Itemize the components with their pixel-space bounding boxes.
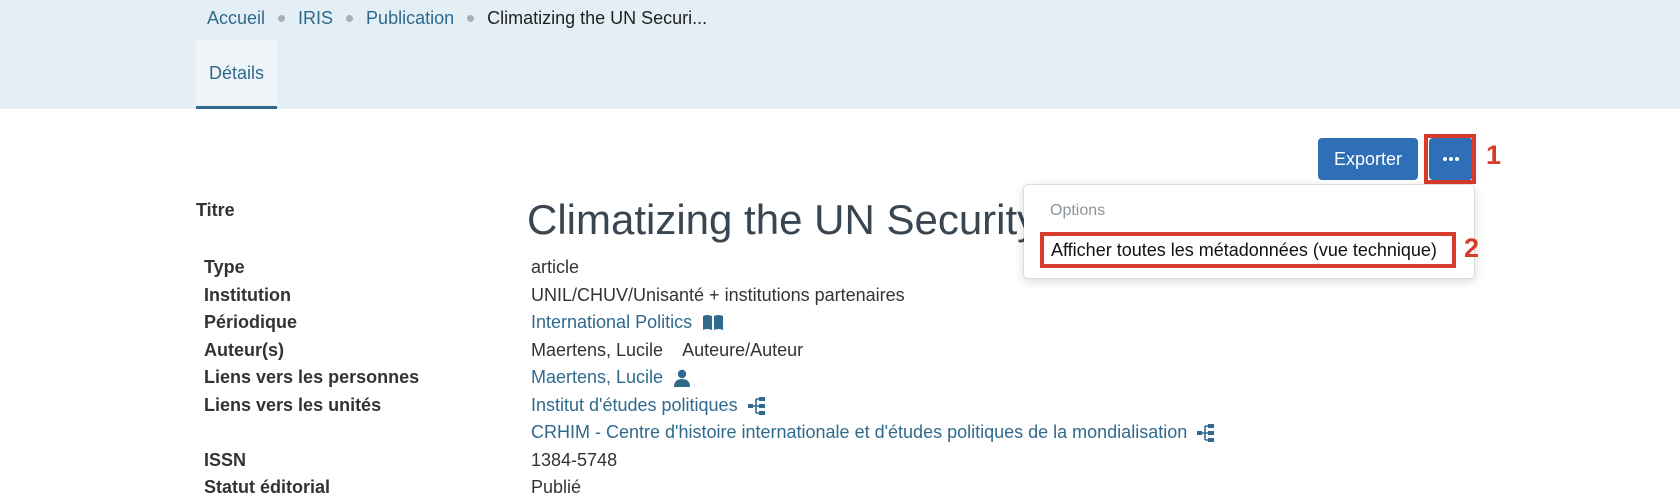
sitemap-icon[interactable] [747, 396, 766, 416]
dropdown-header: Options [1050, 202, 1106, 219]
unit-link-2-value: CRHIM - Centre d'histoire internationale… [531, 422, 1215, 443]
unit-link-1[interactable]: Institut d'études politiques [531, 395, 738, 416]
periodical-link[interactable]: International Politics [531, 312, 692, 333]
breadcrumb-iris[interactable]: IRIS [298, 8, 333, 29]
author-name: Maertens, Lucile [531, 340, 664, 360]
breadcrumb-home[interactable]: Accueil [207, 8, 265, 29]
person-link[interactable]: Maertens, Lucile [531, 367, 663, 388]
field-institution: Institution UNIL/CHUV/Unisanté + institu… [0, 282, 1680, 309]
periodical-value: International Politics [531, 312, 724, 333]
breadcrumb-separator [278, 14, 286, 22]
field-person-links: Liens vers les personnes Maertens, Lucil… [0, 364, 1680, 391]
record-title: Climatizing the UN Security Council [527, 196, 1024, 243]
tab-details[interactable]: Détails [196, 40, 277, 109]
book-icon[interactable] [702, 314, 724, 331]
highlight-box-1 [1424, 134, 1476, 184]
breadcrumb-current: Climatizing the UN Securi... [487, 7, 708, 28]
unit-link-2[interactable]: CRHIM - Centre d'histoire internationale… [531, 422, 1187, 443]
field-unit-links-2: CRHIM - Centre d'histoire internationale… [0, 419, 1680, 446]
authors-value: Maertens, Lucile Auteure/Auteur [531, 340, 803, 361]
breadcrumb-separator [467, 14, 475, 22]
unit-links-label: Liens vers les unités [204, 395, 382, 415]
authors-label: Auteur(s) [204, 340, 284, 360]
sitemap-icon[interactable] [1197, 423, 1215, 443]
person-links-value: Maertens, Lucile [531, 367, 691, 388]
author-role: Auteure/Auteur [682, 340, 804, 360]
title-label: Titre [196, 200, 235, 220]
breadcrumb-separator [346, 14, 354, 22]
type-value: article [531, 257, 580, 277]
annotation-number-1: 1 [1486, 140, 1502, 170]
institution-label: Institution [204, 285, 291, 305]
person-icon[interactable] [673, 369, 691, 387]
unit-link-1-value: Institut d'études politiques [531, 395, 766, 416]
issn-value: 1384-5748 [531, 450, 618, 470]
field-type: Type article [0, 254, 1680, 281]
breadcrumb: Accueil IRIS Publication Climatizing the… [207, 6, 707, 30]
field-periodical: Périodique International Politics [0, 309, 1680, 336]
person-links-label: Liens vers les personnes [204, 367, 420, 387]
editorial-status-label: Statut éditorial [204, 477, 331, 497]
periodical-label: Périodique [204, 312, 298, 332]
field-authors: Auteur(s) Maertens, Lucile Auteure/Auteu… [0, 337, 1680, 364]
institution-value: UNIL/CHUV/Unisanté + institutions parten… [531, 285, 905, 305]
export-button[interactable]: Exporter [1318, 138, 1418, 180]
field-issn: ISSN 1384-5748 [0, 447, 1680, 474]
breadcrumb-publication[interactable]: Publication [366, 8, 454, 29]
field-unit-links: Liens vers les unités Institut d'études … [0, 392, 1680, 419]
type-label: Type [204, 257, 245, 277]
issn-label: ISSN [204, 450, 247, 470]
editorial-status-value: Publié [531, 477, 582, 497]
